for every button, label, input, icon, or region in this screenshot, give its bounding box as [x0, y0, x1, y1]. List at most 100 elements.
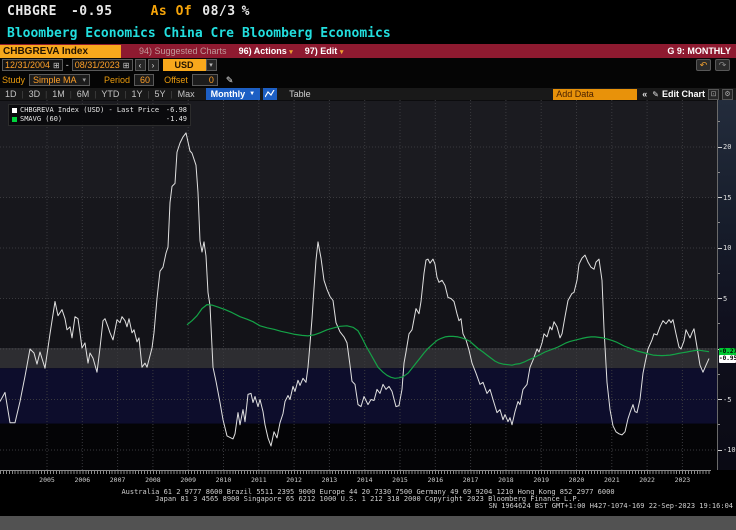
offset-input[interactable]: 0	[192, 74, 218, 86]
date-toolbar: 12/31/2004 ⊞ - 08/31/2023 ⊞ ‹ › USD ▾ ↶ …	[0, 58, 736, 72]
period-label: Period	[104, 75, 130, 85]
y-axis-label: 20	[723, 143, 731, 151]
tab-1y[interactable]: 1Y	[126, 89, 147, 99]
edit-menu[interactable]: 97) Edit ▾	[305, 46, 344, 56]
legend-value: -1.49	[166, 115, 187, 124]
study-label: Study	[2, 75, 25, 85]
suggested-charts-menu[interactable]: 94) Suggested Charts	[139, 46, 227, 56]
tab-3d[interactable]: 3D	[24, 89, 46, 99]
chart-region: 2015105-5-10-0.27-0.95 20052006200720082…	[0, 100, 736, 487]
ticker-value: -0.95	[71, 4, 113, 19]
y-axis: 2015105-5-10-0.27-0.95	[717, 100, 736, 470]
chart-legend: CHBGREVA Index (USD) - Last Price -6.98 …	[8, 104, 191, 126]
as-of-date: 08/3	[202, 4, 235, 19]
currency-select[interactable]: USD	[163, 59, 206, 71]
x-axis-year-label: 2020	[564, 476, 590, 484]
y-axis-tick	[718, 399, 722, 400]
x-axis-year-label: 2023	[669, 476, 695, 484]
ticker-symbol: CHBGRE	[7, 4, 57, 19]
x-axis-year-label: 2008	[140, 476, 166, 484]
x-axis-year-label: 2005	[34, 476, 60, 484]
popout-window-icon[interactable]: ⊡	[708, 89, 719, 100]
date-to-input[interactable]: 08/31/2023 ⊞	[72, 59, 133, 71]
footer-session-line: SN 1964624 BST GMT+1:00 H427-1074-169 22…	[0, 503, 736, 510]
chart-plot-area[interactable]	[0, 100, 717, 470]
x-axis: 2005200620072008200920102011201220132014…	[0, 470, 736, 487]
x-axis-year-label: 2011	[246, 476, 272, 484]
dropdown-arrow-icon: ▼	[249, 91, 255, 97]
y-axis-tick	[718, 121, 720, 122]
y-axis-label: 10	[723, 244, 731, 252]
function-title-bar: CHBGREVA Index 94) Suggested Charts 96) …	[0, 44, 736, 58]
x-axis-month-ticks	[0, 471, 711, 474]
actions-menu[interactable]: 96) Actions ▾	[239, 46, 293, 56]
edit-chart-button[interactable]: Edit Chart	[662, 89, 705, 99]
tab-1d[interactable]: 1D	[0, 89, 22, 99]
bloomberg-terminal-window: CHBGRE -0.95 As Of 08/3 % Bloomberg Econ…	[0, 0, 736, 530]
offset-label: Offset	[164, 75, 188, 85]
y-axis-tick	[718, 197, 722, 198]
tab-ytd[interactable]: YTD	[96, 89, 124, 99]
date-range-dash: -	[66, 60, 69, 70]
as-of-label: As Of	[151, 4, 193, 19]
y-axis-tick	[718, 450, 722, 451]
tab-5y[interactable]: 5Y	[150, 89, 171, 99]
line-chart-icon	[265, 90, 275, 98]
last-price-axis-label: -0.95	[719, 355, 736, 363]
y-axis-tick	[718, 273, 720, 274]
tab-6m[interactable]: 6M	[72, 89, 95, 99]
y-axis-tick	[718, 172, 720, 173]
chart-id-label: G 9: MONTHLY	[667, 46, 731, 56]
y-axis-tick	[718, 374, 720, 375]
x-axis-year-label: 2006	[69, 476, 95, 484]
add-data-input[interactable]: Add Data	[553, 89, 637, 100]
description-left: Bloomberg Economics China Cre	[7, 26, 234, 41]
legend-value: -6.98	[166, 106, 187, 115]
y-axis-label: 15	[723, 194, 731, 202]
y-axis-tick	[718, 147, 722, 148]
x-axis-year-label: 2014	[352, 476, 378, 484]
y-axis-label: 5	[723, 295, 727, 303]
range-forward-button[interactable]: ›	[148, 59, 159, 71]
x-axis-year-label: 2012	[281, 476, 307, 484]
dropdown-arrow-icon: ▾	[289, 49, 293, 56]
x-axis-year-label: 2019	[528, 476, 554, 484]
legend-label: CHBGREVA Index (USD) - Last Price	[20, 106, 159, 115]
footer: Australia 61 2 9777 8600 Brazil 5511 239…	[0, 487, 736, 516]
y-axis-label: -5	[723, 396, 731, 404]
range-back-button[interactable]: ‹	[135, 59, 146, 71]
y-axis-tick	[718, 222, 720, 223]
x-axis-year-label: 2009	[175, 476, 201, 484]
calendar-icon: ⊞	[53, 61, 60, 70]
edit-chart-pencil-icon[interactable]: ✎	[652, 90, 659, 99]
date-from-input[interactable]: 12/31/2004 ⊞	[2, 59, 63, 71]
chart-settings-gear-icon[interactable]: ⚙	[722, 89, 733, 100]
redo-button[interactable]: ↷	[715, 59, 730, 71]
x-axis-year-label: 2013	[316, 476, 342, 484]
tab-max[interactable]: Max	[173, 89, 200, 99]
description-right: Bloomberg Economics	[242, 26, 391, 41]
study-toolbar: Study Simple MA▾ Period 60 Offset 0 ✎	[0, 72, 736, 88]
tab-1m[interactable]: 1M	[47, 89, 70, 99]
legend-row-last-price: CHBGREVA Index (USD) - Last Price -6.98	[12, 106, 187, 115]
line-chart-type-button[interactable]	[263, 88, 277, 100]
ticker-header: CHBGRE -0.95 As Of 08/3 %	[0, 0, 736, 22]
study-select[interactable]: Simple MA▾	[29, 74, 90, 86]
frequency-select[interactable]: Monthly▼	[206, 88, 260, 100]
chart-svg	[0, 100, 717, 470]
collapse-panel-icon[interactable]: «	[642, 89, 647, 99]
y-axis-tick	[718, 298, 722, 299]
x-axis-year-label: 2016	[422, 476, 448, 484]
period-input[interactable]: 60	[134, 74, 154, 86]
undo-button[interactable]: ↶	[696, 59, 711, 71]
table-button[interactable]: Table	[289, 89, 311, 99]
x-axis-year-label: 2015	[387, 476, 413, 484]
x-axis-year-label: 2010	[211, 476, 237, 484]
legend-label: SMAVG (60)	[20, 115, 62, 124]
currency-dropdown-arrow[interactable]: ▾	[206, 59, 217, 71]
y-axis-tick	[718, 323, 720, 324]
x-axis-year-label: 2017	[458, 476, 484, 484]
security-input[interactable]: CHBGREVA Index	[0, 45, 121, 58]
edit-study-pencil-icon[interactable]: ✎	[226, 75, 234, 86]
y-axis-tick	[718, 424, 720, 425]
